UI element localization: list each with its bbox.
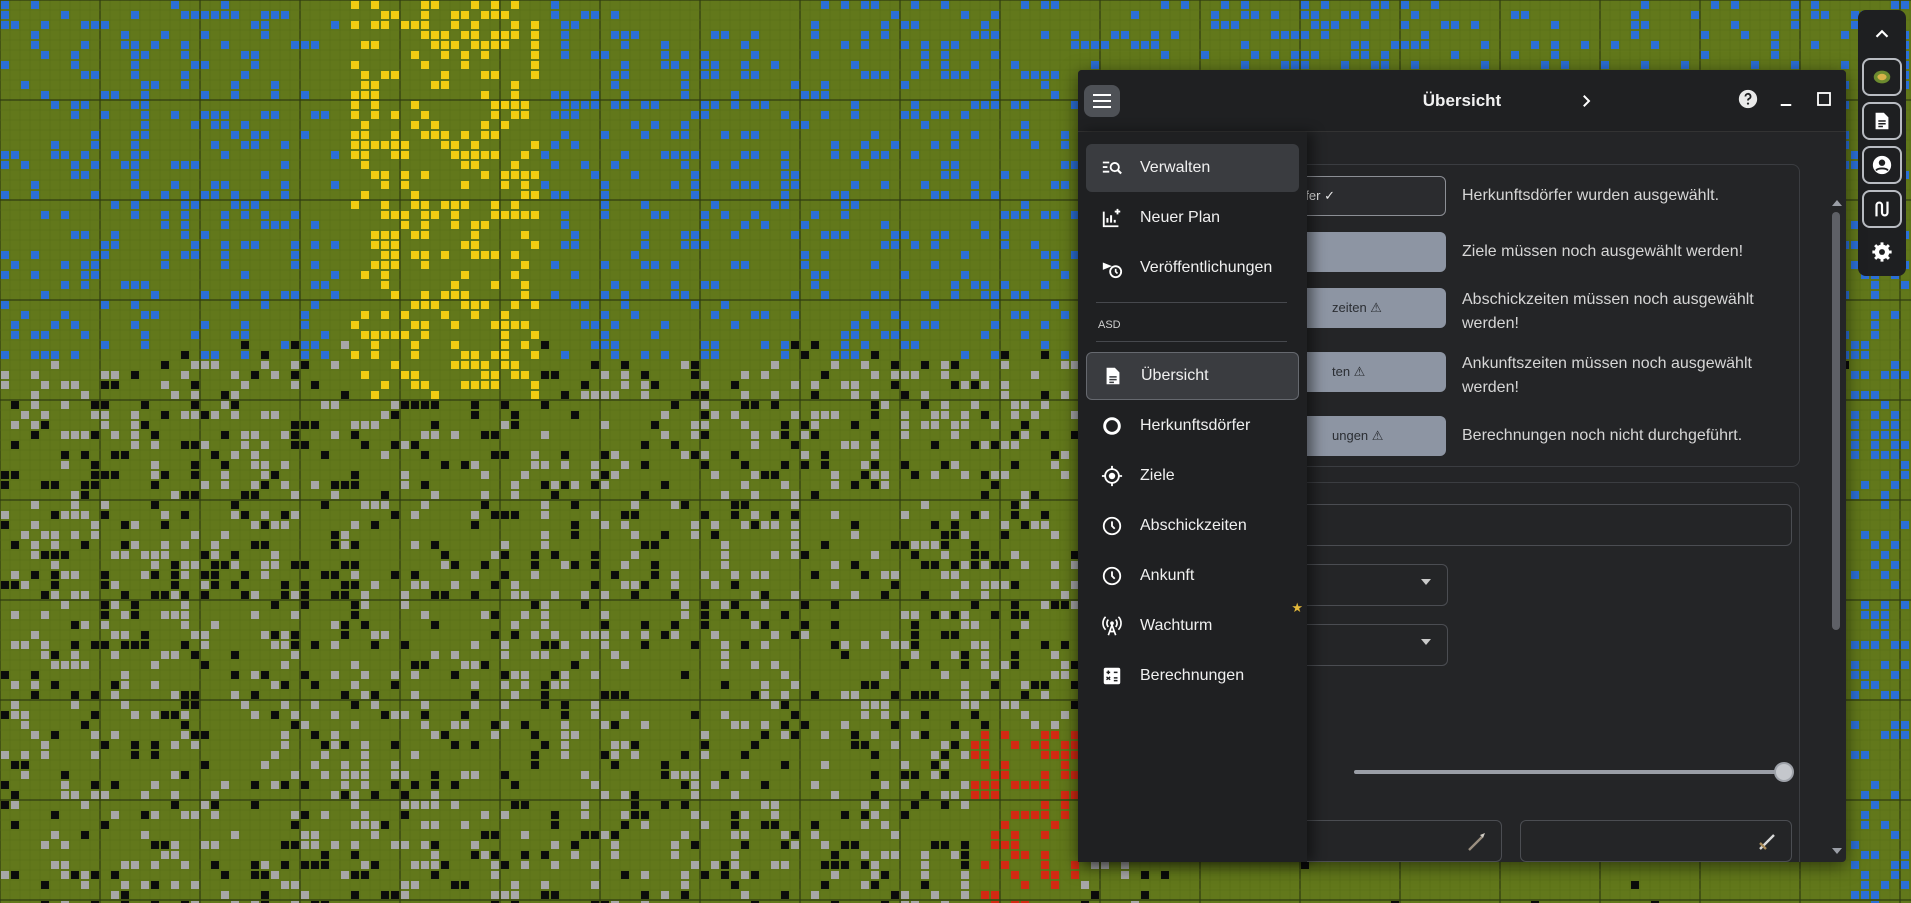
add-chart-icon (1100, 206, 1124, 230)
status-text: Berechnungen noch nicht durchgeführt. (1462, 427, 1743, 444)
chevron-down-icon (1421, 579, 1431, 585)
spear-icon (1468, 833, 1485, 851)
document-icon[interactable] (1862, 102, 1902, 140)
nav-item-label: Ziele (1140, 467, 1175, 484)
minimize-icon[interactable] (1774, 86, 1798, 112)
plan-section-label: ASD (1098, 319, 1121, 331)
chevron-up-icon[interactable] (1862, 16, 1902, 52)
nav-item-verwalten[interactable]: Verwalten (1086, 144, 1299, 192)
status-text: Abschickzeiten müssen noch ausgewählt we… (1462, 291, 1754, 332)
route-icon[interactable] (1862, 190, 1902, 228)
nav-item-herkunftsdoerfer[interactable]: Herkunftsdörfer (1086, 402, 1299, 450)
chevron-down-icon (1421, 639, 1431, 645)
status-row: ten ⚠ Ankunftszeiten müssen noch ausgewä… (1222, 352, 1846, 396)
window-header[interactable]: Übersicht (1078, 70, 1846, 132)
window-title: Übersicht (1422, 90, 1502, 110)
next-page-button[interactable] (1573, 88, 1599, 114)
moral-slider-track[interactable] (1354, 770, 1784, 774)
nav-item-label: Neuer Plan (1140, 209, 1221, 226)
drawer-divider (1096, 302, 1287, 303)
nav-item-ziele[interactable]: Ziele (1086, 452, 1299, 500)
name-field[interactable] (1222, 504, 1792, 546)
chevron-right-icon (1583, 95, 1591, 107)
maximize-icon[interactable] (1812, 86, 1836, 112)
target-icon (1100, 464, 1124, 488)
account-circle-icon[interactable] (1862, 146, 1902, 184)
sword-icon (1759, 834, 1775, 850)
nav-item-veroeffentlichungen[interactable]: Veröffentlichungen (1086, 244, 1299, 292)
menu-icon (1093, 94, 1111, 108)
manage-search-icon (1100, 156, 1124, 180)
scrollbar-thumb[interactable] (1832, 212, 1840, 630)
nav-item-label: Veröffentlichungen (1140, 259, 1273, 276)
status-row: rfer ✓ Herkunftsdörfer wurden ausgewählt… (1222, 176, 1846, 216)
right-toolbar (1858, 10, 1906, 276)
unit-input[interactable] (1520, 820, 1792, 862)
menu-button[interactable] (1084, 85, 1120, 117)
nav-item-label: Ankunft (1140, 567, 1195, 584)
status-row: ungen ⚠ Berechnungen noch nicht durchgef… (1222, 416, 1846, 456)
summary-document-icon (1101, 364, 1125, 388)
watchtower-icon (1100, 614, 1124, 638)
status-text: Ziele müssen noch ausgewählt werden! (1462, 243, 1744, 260)
status-row: zeiten ⚠ Abschickzeiten müssen noch ausg… (1222, 288, 1846, 332)
nav-item-label: Abschickzeiten (1140, 517, 1247, 534)
world-map-icon[interactable] (1862, 58, 1902, 96)
status-text: Ankunftszeiten müssen noch ausgewählt we… (1462, 355, 1752, 396)
status-button-label: ten ⚠ (1332, 364, 1366, 379)
calculator-icon (1100, 664, 1124, 688)
help-icon[interactable] (1736, 86, 1760, 112)
nav-item-label: Berechnungen (1140, 667, 1245, 684)
nav-item-uebersicht[interactable]: Übersicht (1086, 352, 1299, 400)
nav-item-label: Wachturm (1140, 617, 1213, 634)
nav-item-abschickzeiten[interactable]: Abschickzeiten (1086, 502, 1299, 550)
status-row: Ziele müssen noch ausgewählt werden! (1222, 232, 1846, 272)
navigation-drawer: Verwalten Neuer Plan Veröffentlichungen … (1078, 132, 1307, 862)
nav-item-label: Herkunftsdörfer (1140, 417, 1251, 434)
circle-ring-icon (1100, 414, 1124, 438)
scroll-down-arrow[interactable] (1832, 848, 1842, 854)
nav-item-ankunft[interactable]: Ankunft (1086, 552, 1299, 600)
status-button-label: zeiten ⚠ (1332, 300, 1382, 315)
nav-item-berechnungen[interactable]: Berechnungen (1086, 652, 1299, 700)
drawer-divider (1096, 341, 1287, 342)
status-text: Herkunftsdörfer wurden ausgewählt. (1462, 187, 1720, 204)
star-icon: ★ (1291, 600, 1303, 615)
status-button-label: ungen ⚠ (1332, 428, 1384, 443)
scroll-up-arrow[interactable] (1832, 200, 1842, 206)
nav-item-neuer-plan[interactable]: Neuer Plan (1086, 194, 1299, 242)
nav-item-label: Verwalten (1140, 159, 1211, 176)
nav-item-label: Übersicht (1141, 367, 1209, 384)
clock-icon (1100, 564, 1124, 588)
moral-slider-thumb[interactable] (1774, 762, 1794, 782)
nav-item-wachturm[interactable]: Wachturm ★ (1086, 600, 1303, 650)
gear-icon[interactable] (1862, 234, 1902, 270)
clock-icon (1100, 514, 1124, 538)
share-schedule-icon (1100, 256, 1124, 280)
